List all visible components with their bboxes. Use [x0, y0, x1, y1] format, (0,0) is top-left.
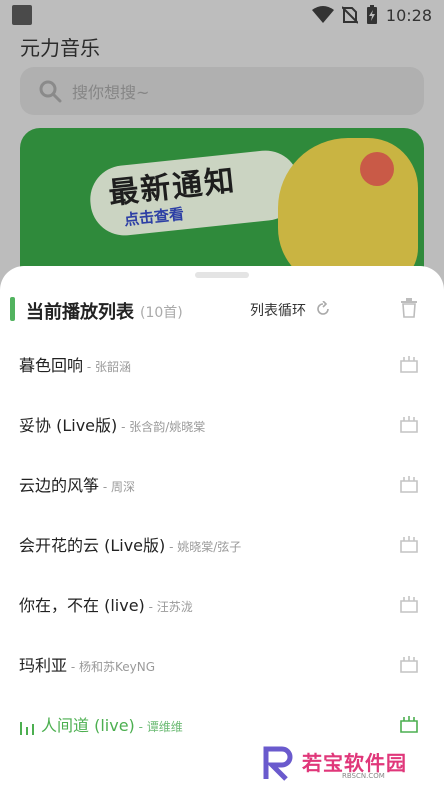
song-item[interactable]: 会开花的云 (Live版) - 姚晓棠/弦子	[0, 516, 444, 576]
song-artist: - 杨和苏KeyNG	[67, 660, 156, 674]
song-item[interactable]: 你在，不在 (live) - 汪苏泷	[0, 576, 444, 636]
song-title: 会开花的云 (Live版)	[19, 536, 166, 555]
song-item[interactable]: 妥协 (Live版) - 张含韵/姚晓棠	[0, 396, 444, 456]
status-bar: 10:28	[0, 0, 444, 30]
accent-bar	[10, 297, 15, 321]
song-text: 会开花的云 (Live版) - 姚晓棠/弦子	[19, 532, 241, 556]
song-text: 妥协 (Live版) - 张含韵/姚晓棠	[19, 412, 205, 436]
status-time: 10:28	[385, 5, 432, 25]
remove-song-icon[interactable]	[400, 655, 418, 673]
search-bar[interactable]: 搜你想搜~	[20, 67, 424, 115]
song-title: 你在，不在 (live)	[19, 596, 145, 615]
song-title: 云边的风筝	[19, 476, 100, 495]
wifi-icon	[311, 6, 334, 23]
song-item[interactable]: 玛利亚 - 杨和苏KeyNG	[0, 636, 444, 696]
song-text: 暮色回响 - 张韶涵	[19, 352, 131, 376]
song-artist: - 姚晓棠/弦子	[165, 540, 242, 554]
song-title: 暮色回响	[19, 356, 84, 375]
playlist-count: (10首)	[140, 305, 183, 321]
watermark-sub: RBSCN.COM	[342, 772, 385, 780]
song-artist: - 汪苏泷	[144, 600, 193, 614]
song-list: 暮色回响 - 张韶涵 妥协 (Live版) - 张含韵/姚晓棠 云边的风筝 - …	[0, 336, 444, 756]
search-icon	[39, 80, 62, 103]
song-item[interactable]: 暮色回响 - 张韶涵	[0, 336, 444, 396]
song-text: 人间道 (live) - 谭维维	[19, 712, 183, 736]
song-title: 妥协 (Live版)	[19, 416, 118, 435]
notification-icon	[12, 5, 32, 25]
song-title: 人间道 (live)	[41, 716, 135, 735]
remove-song-icon[interactable]	[400, 415, 418, 433]
song-artist: - 张含韵/姚晓棠	[117, 420, 206, 434]
watermark-logo	[263, 746, 293, 781]
song-artist: - 周深	[99, 480, 135, 494]
remove-song-icon[interactable]	[400, 475, 418, 493]
status-icons: 10:28	[311, 4, 432, 26]
no-sim-icon	[341, 6, 358, 24]
trash-icon[interactable]	[400, 298, 418, 318]
song-text: 玛利亚 - 杨和苏KeyNG	[19, 652, 155, 676]
equalizer-icon	[20, 721, 34, 735]
song-artist: - 张韶涵	[83, 360, 131, 374]
app-title: 元力音乐	[20, 36, 100, 60]
remove-song-icon[interactable]	[400, 355, 418, 373]
watermark: 若宝软件园 RBSCN.COM	[262, 745, 442, 785]
playlist-header: 当前播放列表 (10首) 列表循环	[0, 292, 444, 326]
battery-charging-icon	[366, 5, 377, 24]
song-text: 云边的风筝 - 周深	[19, 472, 135, 496]
song-item[interactable]: 云边的风筝 - 周深	[0, 456, 444, 516]
playlist-title: 当前播放列表	[26, 302, 134, 323]
remove-song-icon[interactable]	[400, 715, 418, 733]
song-title: 玛利亚	[19, 656, 68, 675]
banner-ball-illustration	[360, 152, 394, 186]
remove-song-icon[interactable]	[400, 535, 418, 553]
song-text: 你在，不在 (live) - 汪苏泷	[19, 592, 193, 616]
sheet-drag-handle[interactable]	[195, 272, 249, 278]
remove-song-icon[interactable]	[400, 595, 418, 613]
song-artist: - 谭维维	[134, 720, 183, 734]
loop-mode-button[interactable]: 列表循环	[250, 300, 306, 320]
search-placeholder: 搜你想搜~	[72, 83, 150, 102]
loop-icon[interactable]	[315, 301, 331, 317]
